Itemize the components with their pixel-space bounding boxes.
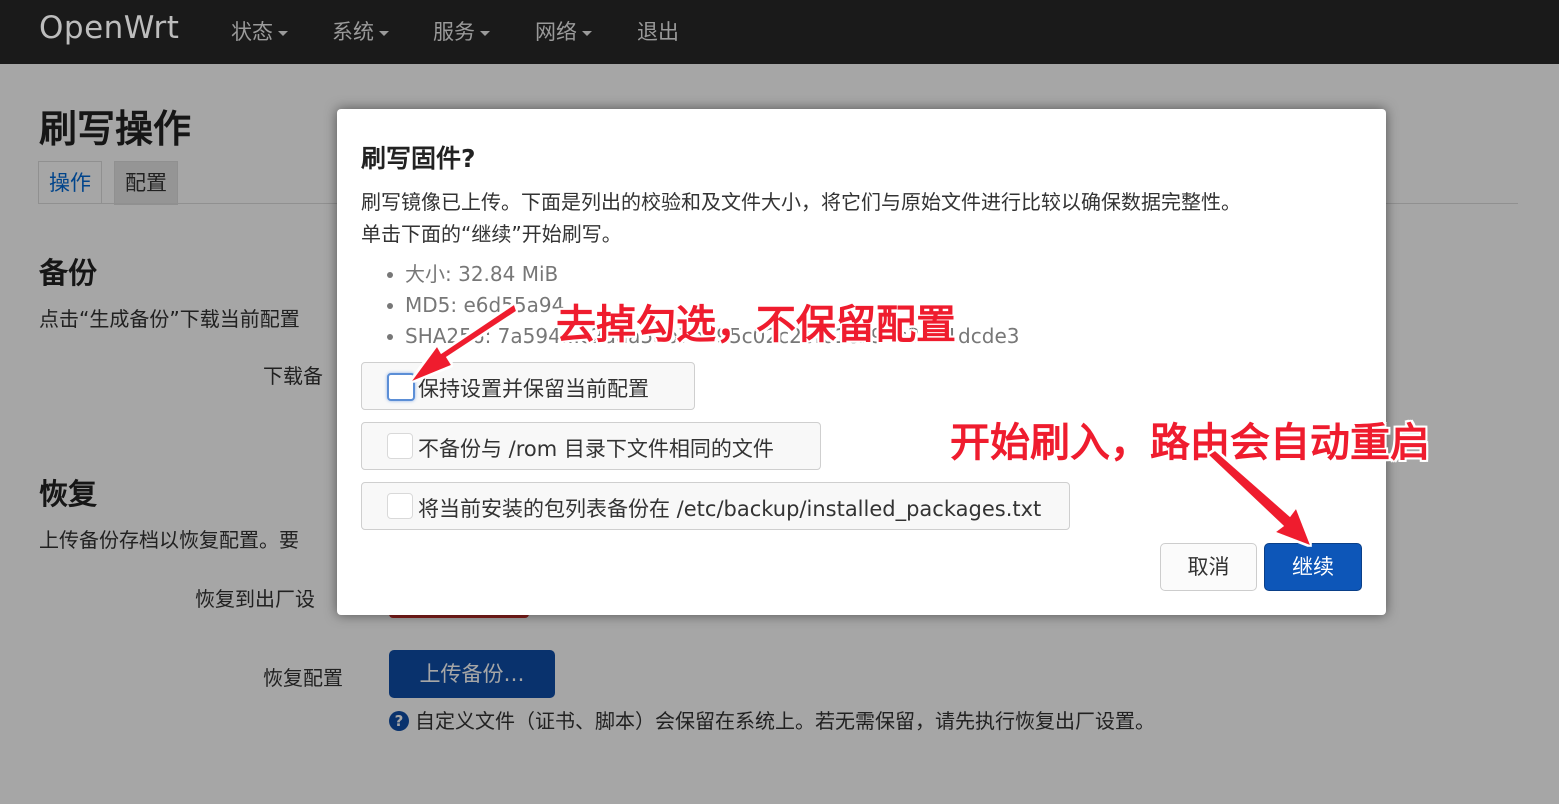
chevron-down-icon: [379, 30, 389, 36]
keep-settings-checkbox[interactable]: [387, 373, 415, 401]
skip-rom-files-label: 不备份与 /rom 目录下文件相同的文件: [418, 437, 774, 461]
top-navbar: OpenWrt 状态 系统 服务 网络 退出: [0, 0, 1559, 64]
backup-package-list-label: 将当前安装的包列表备份在 /etc/backup/installed_packa…: [418, 497, 1042, 521]
nav-services-label: 服务: [433, 20, 475, 44]
nav-system[interactable]: 系统: [332, 16, 389, 46]
nav-services[interactable]: 服务: [433, 16, 490, 46]
chevron-down-icon: [480, 30, 490, 36]
dialog-message-line2: 单击下面的“继续”开始刷写。: [361, 222, 622, 246]
flash-firmware-dialog: 刷写固件? 刷写镜像已上传。下面是列出的校验和及文件大小，将它们与原始文件进行比…: [337, 109, 1386, 615]
nav-network[interactable]: 网络: [535, 16, 592, 46]
skip-rom-files-checkbox[interactable]: [387, 433, 413, 459]
backup-package-list-option[interactable]: 将当前安装的包列表备份在 /etc/backup/installed_packa…: [361, 482, 1070, 530]
nav-status[interactable]: 状态: [231, 16, 288, 46]
uncheck-annotation: 去掉勾选，不保留配置: [556, 302, 956, 348]
file-size-item: 大小: 32.84 MiB: [361, 259, 1019, 290]
nav-network-label: 网络: [535, 20, 577, 44]
skip-rom-files-option[interactable]: 不备份与 /rom 目录下文件相同的文件: [361, 422, 821, 470]
nav-status-label: 状态: [231, 20, 273, 44]
nav-logout-label: 退出: [637, 20, 679, 44]
brand-logo[interactable]: OpenWrt: [39, 10, 179, 46]
cancel-button[interactable]: 取消: [1160, 543, 1257, 591]
chevron-down-icon: [278, 30, 288, 36]
nav-logout[interactable]: 退出: [637, 16, 679, 46]
backup-package-list-checkbox[interactable]: [387, 493, 413, 519]
flash-annotation: 开始刷入，路由会自动重启: [950, 420, 1430, 466]
dialog-title: 刷写固件?: [361, 144, 476, 173]
nav-system-label: 系统: [332, 20, 374, 44]
dialog-message-line1: 刷写镜像已上传。下面是列出的校验和及文件大小，将它们与原始文件进行比较以确保数据…: [361, 190, 1241, 214]
continue-button[interactable]: 继续: [1264, 543, 1362, 591]
keep-settings-option[interactable]: 保持设置并保留当前配置: [361, 362, 695, 410]
chevron-down-icon: [582, 30, 592, 36]
keep-settings-label: 保持设置并保留当前配置: [418, 377, 649, 401]
